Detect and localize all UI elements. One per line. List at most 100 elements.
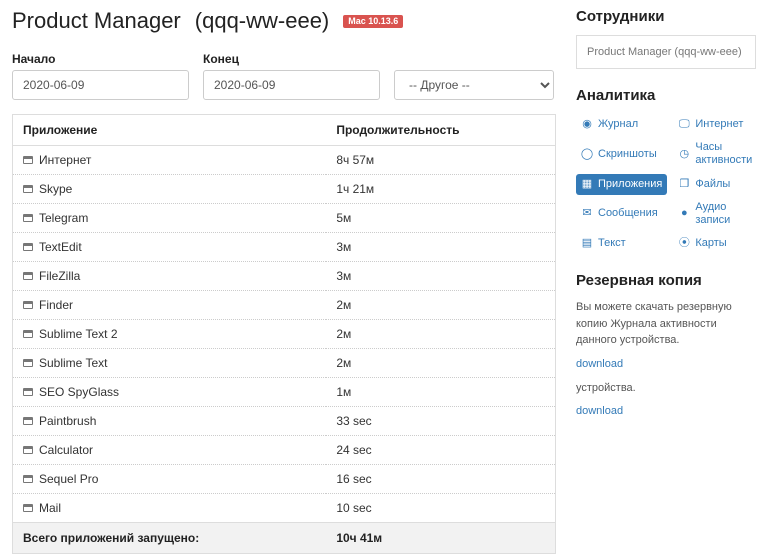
end-date-label: Конец [203, 52, 380, 66]
app-cell: Telegram [13, 204, 327, 233]
os-badge: Mac 10.13.6 [343, 15, 403, 28]
window-icon [23, 417, 33, 425]
duration-cell: 2м [326, 291, 555, 320]
analytics-nav: ◉ Журнал 🖵Интернет ◯ Скриншоты ◷ Часы активнос… [576, 114, 756, 254]
globe-icon: ⦿ [678, 238, 690, 250]
app-name: TextEdit [39, 240, 82, 254]
page-header: Product Manager (qqq-ww-eee) Mac 10.13.6 [12, 8, 556, 34]
app-cell: Sublime Text [13, 349, 327, 378]
nav-label: Аудио записи [695, 201, 752, 227]
app-cell: SEO SpyGlass [13, 378, 327, 407]
nav-label: Приложения [598, 178, 662, 191]
app-name: Sublime Text [39, 356, 107, 370]
app-name: Mail [39, 501, 61, 515]
app-cell: TextEdit [13, 233, 327, 262]
table-row: Mail 10 sec [13, 494, 556, 523]
nav-item-скриншоты[interactable]: ◯ Скриншоты [576, 137, 667, 171]
window-icon [23, 504, 33, 512]
nav-item-файлы[interactable]: ❐ Файлы [673, 174, 757, 195]
nav-item-интернет[interactable]: 🖵Интернет [673, 114, 757, 135]
download-link[interactable]: download [576, 358, 623, 370]
nav-item-журнал[interactable]: ◉ Журнал [576, 114, 667, 135]
app-cell: Sublime Text 2 [13, 320, 327, 349]
clock-icon: ◷ [678, 148, 690, 160]
table-row: Skype1ч 21м [13, 175, 556, 204]
nav-item-приложения[interactable]: ▦ Приложения [576, 174, 667, 195]
duration-cell: 1м [326, 378, 555, 407]
duration-cell: 1ч 21м [326, 175, 555, 204]
employees-heading: Сотрудники [576, 8, 756, 25]
duration-cell: 2м [326, 320, 555, 349]
page-title: Product Manager [12, 8, 181, 34]
table-row: Calculator 24 sec [13, 436, 556, 465]
nav-label: Текст [598, 237, 626, 250]
app-cell: Интернет [13, 146, 327, 175]
employee-select[interactable]: Product Manager (qqq-ww-eee) [576, 35, 756, 69]
total-value: 10ч 41м [326, 523, 555, 554]
grid-icon: ▦ [581, 178, 593, 190]
end-date-input[interactable] [203, 70, 380, 100]
file-icon: ❐ [678, 178, 690, 190]
nav-item-карты[interactable]: ⦿ Карты [673, 233, 757, 254]
table-row: Sequel Pro16 sec [13, 465, 556, 494]
nav-label: Карты [695, 237, 726, 250]
table-row: Sublime Text 2м [13, 349, 556, 378]
chat-icon: ✉ [581, 208, 593, 220]
nav-label: Журнал [598, 118, 638, 131]
window-icon [23, 185, 33, 193]
window-icon [23, 272, 33, 280]
table-row: Telegram 5м [13, 204, 556, 233]
duration-cell: 2м [326, 349, 555, 378]
nav-label: Часы активности [695, 141, 752, 167]
table-row: Sublime Text 2 2м [13, 320, 556, 349]
app-cell: Skype [13, 175, 327, 204]
app-name: SEO SpyGlass [39, 385, 119, 399]
col-duration-header: Продолжительность [326, 115, 555, 146]
col-app-header: Приложение [13, 115, 327, 146]
nav-item-аудио-записи[interactable]: ● Аудио записи [673, 197, 757, 231]
camera-icon: ◯ [581, 148, 593, 160]
nav-item-сообщения[interactable]: ✉ Сообщения [576, 197, 667, 231]
monitor-icon: 🖵 [678, 119, 690, 131]
backup-section: Резервная копия Вы можете скачать резерв… [576, 272, 756, 427]
start-date-input[interactable] [12, 70, 189, 100]
duration-cell: 24 sec [326, 436, 555, 465]
nav-label: Скриншоты [598, 148, 657, 161]
app-name: Paintbrush [39, 414, 96, 428]
nav-item-часы-активности[interactable]: ◷ Часы активности [673, 137, 757, 171]
analytics-heading: Аналитика [576, 87, 756, 104]
app-name: Sublime Text 2 [39, 327, 118, 341]
other-select[interactable]: -- Другое -- [394, 70, 554, 100]
app-cell: Mail [13, 494, 327, 523]
mic-icon: ● [678, 208, 690, 220]
nav-label: Сообщения [598, 207, 658, 220]
duration-cell: 10 sec [326, 494, 555, 523]
duration-cell: 5м [326, 204, 555, 233]
duration-cell: 3м [326, 262, 555, 291]
app-name: Calculator [39, 443, 93, 457]
window-icon [23, 388, 33, 396]
table-row: TextEdit3м [13, 233, 556, 262]
nav-label: Файлы [695, 178, 730, 191]
window-icon [23, 301, 33, 309]
app-cell: Calculator [13, 436, 327, 465]
window-icon [23, 475, 33, 483]
app-name: Telegram [39, 211, 88, 225]
download-link-2[interactable]: download [576, 405, 623, 417]
eye-icon: ◉ [581, 119, 593, 131]
start-date-label: Начало [12, 52, 189, 66]
app-cell: Sequel Pro [13, 465, 327, 494]
window-icon [23, 156, 33, 164]
app-cell: FileZilla [13, 262, 327, 291]
app-name: FileZilla [39, 269, 80, 283]
window-icon [23, 243, 33, 251]
table-row: SEO SpyGlass 1м [13, 378, 556, 407]
nav-item-текст[interactable]: ▤ Текст [576, 233, 667, 254]
duration-cell: 16 sec [326, 465, 555, 494]
table-row: Интернет8ч 57м [13, 146, 556, 175]
text-icon: ▤ [581, 238, 593, 250]
duration-cell: 33 sec [326, 407, 555, 436]
window-icon [23, 359, 33, 367]
backup-text-2: устройства. [576, 380, 756, 397]
other-spacer [394, 52, 554, 66]
